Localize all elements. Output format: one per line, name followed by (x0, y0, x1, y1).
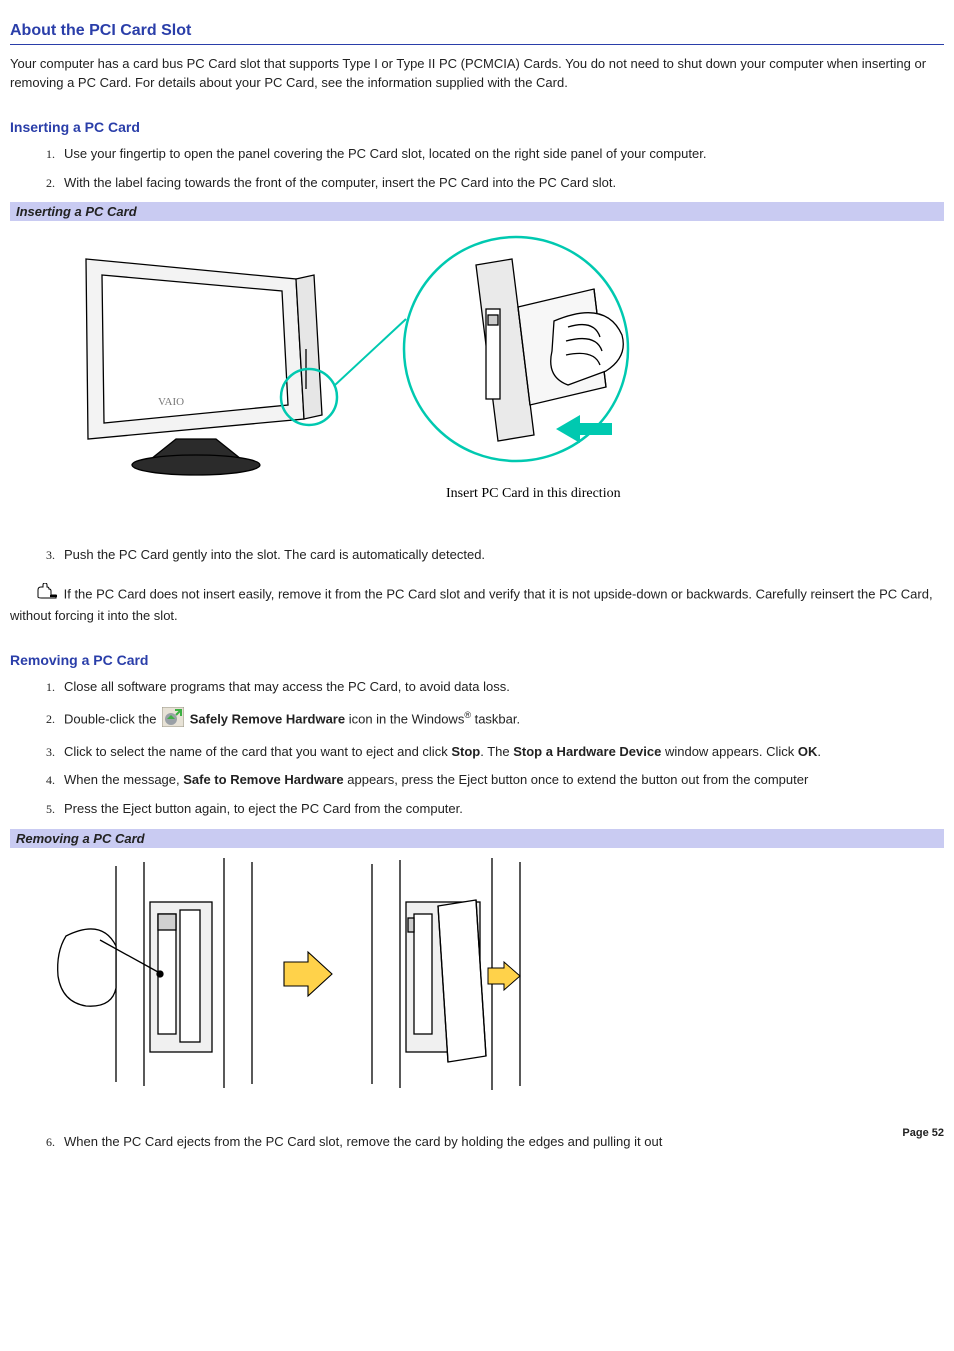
svg-text:VAIO: VAIO (158, 396, 184, 408)
remove-step-6: When the PC Card ejects from the PC Card… (58, 1133, 944, 1152)
page-title: About the PCI Card Slot (10, 22, 944, 45)
section-removing: Removing a PC Card (10, 652, 944, 668)
remove-step-1: Close all software programs that may acc… (58, 678, 944, 697)
safely-remove-hardware-icon (162, 707, 184, 733)
figure2-label: Removing a PC Card (10, 829, 944, 848)
remove-step-3: Click to select the name of the card tha… (58, 743, 944, 762)
intro-paragraph: Your computer has a card bus PC Card slo… (10, 55, 944, 93)
remove-step-4: When the message, Safe to Remove Hardwar… (58, 771, 944, 790)
note-hand-icon (36, 583, 58, 607)
insert-step-1: Use your fingertip to open the panel cov… (58, 145, 944, 164)
figure1-label: Inserting a PC Card (10, 202, 944, 221)
figure2-image (10, 848, 944, 1123)
note-paragraph: If the PC Card does not insert easily, r… (10, 583, 944, 626)
figure1-caption-text: Insert PC Card in this direction (446, 486, 621, 501)
insert-step-2: With the label facing towards the front … (58, 174, 944, 193)
section-inserting: Inserting a PC Card (10, 119, 944, 135)
remove-step-5: Press the Eject button again, to eject t… (58, 800, 944, 819)
insert-step-3: Push the PC Card gently into the slot. T… (58, 546, 944, 565)
page-number: Page 52 (902, 1127, 944, 1139)
figure1-image: VAIO Insert PC Card in this direction (10, 221, 944, 536)
remove-step-2: Double-click the Safely Remove Hardware … (58, 707, 944, 733)
